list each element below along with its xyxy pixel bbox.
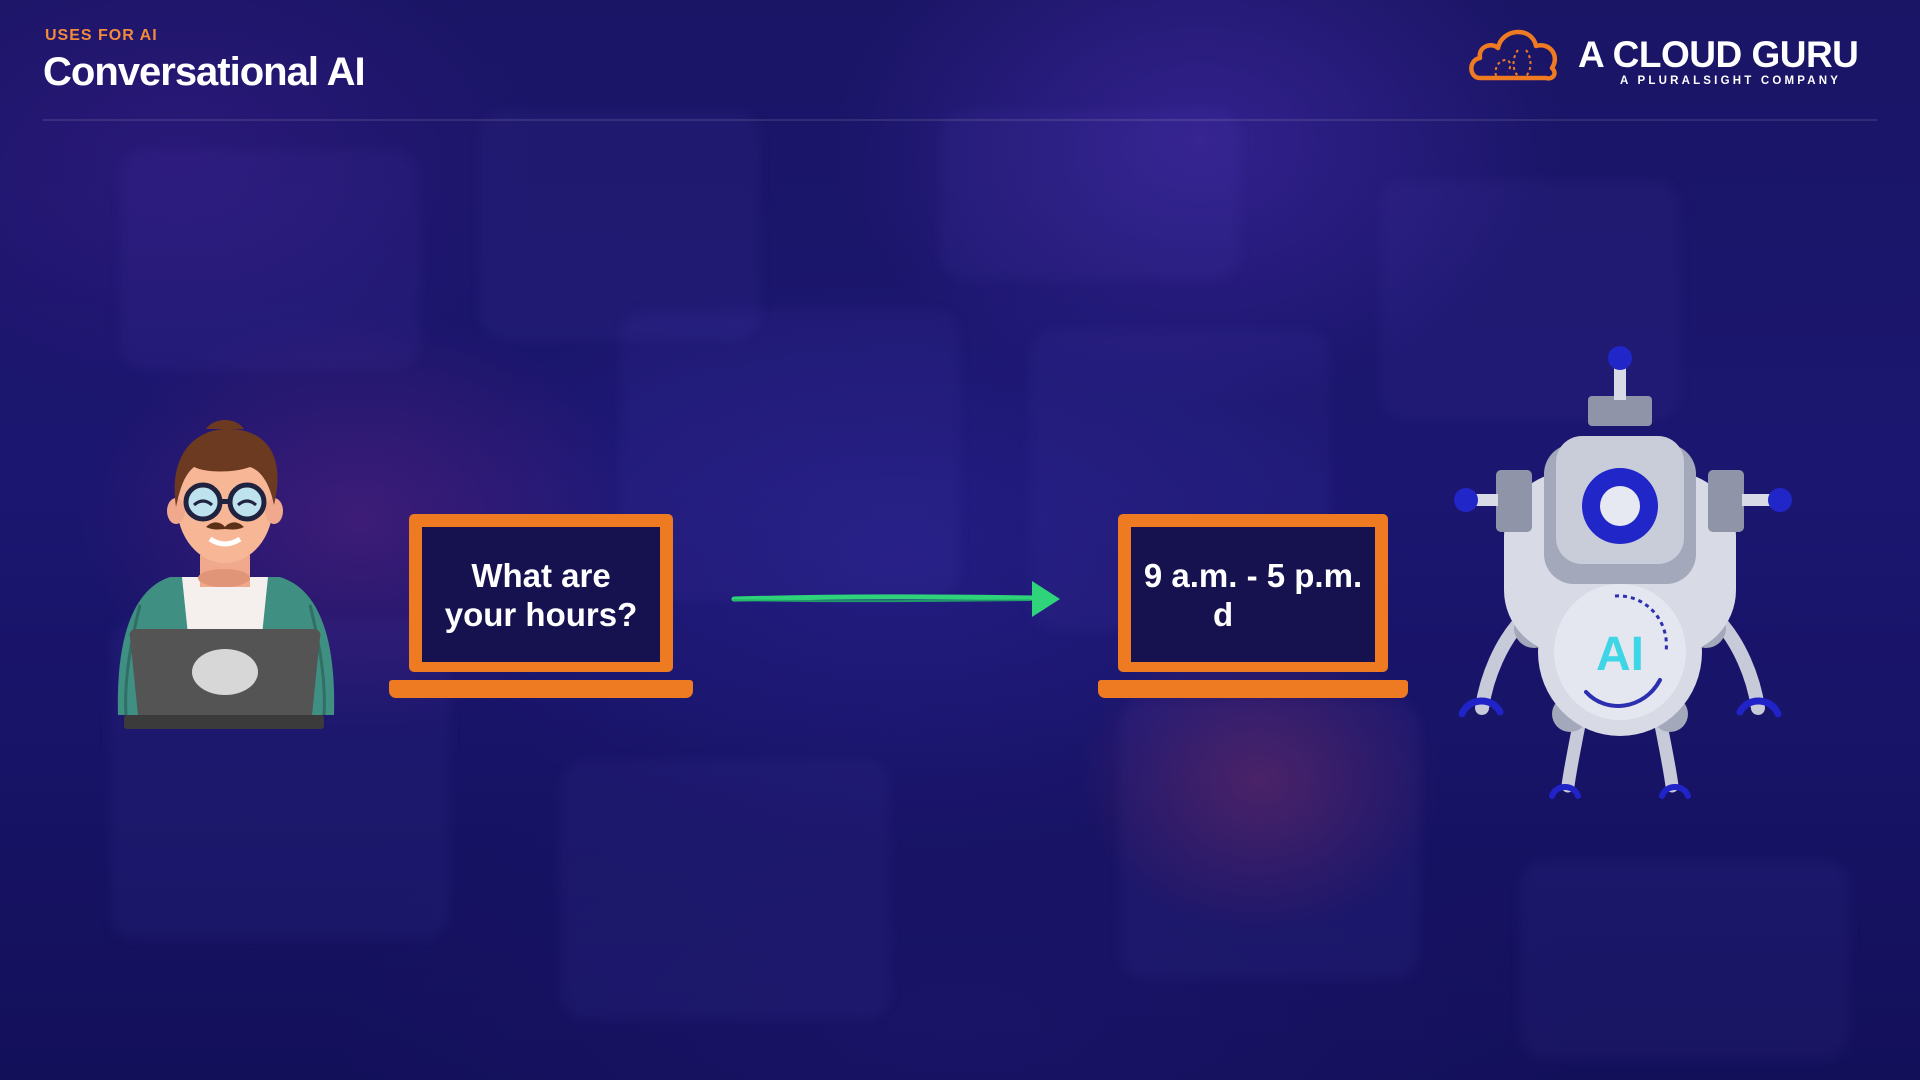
ai-reply-line-2: d	[1213, 595, 1234, 633]
user-message-laptop: What are your hours?	[389, 514, 693, 704]
user-message-screen: What are your hours?	[409, 514, 673, 672]
header-divider	[43, 119, 1877, 121]
laptop-base	[1098, 680, 1408, 698]
section-eyebrow: USES FOR AI	[45, 27, 158, 44]
person-with-laptop-icon	[117, 420, 335, 729]
page-title: Conversational AI	[43, 50, 366, 94]
ai-reply-screen: 9 a.m. - 5 p.m. d	[1118, 514, 1388, 672]
robot-icon: AI	[1454, 346, 1792, 799]
cloud-icon	[1469, 29, 1558, 81]
ai-reply-line-1: 9 a.m. - 5 p.m.	[1143, 556, 1363, 594]
brand-logo: A CLOUD GURU A PLURALSIGHT COMPANY	[1466, 20, 1886, 100]
user-message-line-1: What are	[471, 556, 611, 594]
ai-reply-laptop: 9 a.m. - 5 p.m. d	[1098, 514, 1408, 704]
arrow-right-icon	[731, 581, 1060, 617]
laptop-base	[389, 680, 693, 698]
brand-tagline: A PLURALSIGHT COMPANY	[1620, 75, 1842, 87]
user-message-line-2: your hours?	[444, 595, 638, 633]
brand-name: A CLOUD GURU	[1578, 34, 1859, 75]
robot-ai-label: AI	[1596, 628, 1644, 681]
